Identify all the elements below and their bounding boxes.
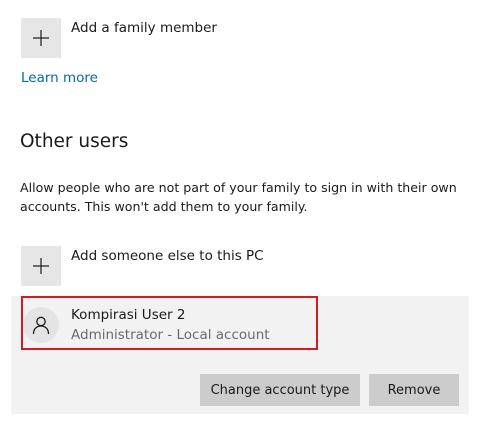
- change-account-type-button[interactable]: Change account type: [200, 374, 360, 406]
- user-selection-highlight: [21, 296, 318, 350]
- section-title-other-users: Other users: [20, 131, 129, 152]
- add-someone-else-button[interactable]: [21, 246, 61, 286]
- add-family-member-button[interactable]: [21, 18, 61, 58]
- plus-icon: [33, 258, 49, 274]
- add-family-member-label[interactable]: Add a family member: [71, 20, 217, 36]
- other-users-description: Allow people who are not part of your fa…: [20, 180, 457, 214]
- learn-more-link[interactable]: Learn more: [21, 70, 98, 86]
- remove-button[interactable]: Remove: [369, 374, 459, 406]
- add-someone-else-label[interactable]: Add someone else to this PC: [71, 248, 264, 264]
- plus-icon: [33, 30, 49, 46]
